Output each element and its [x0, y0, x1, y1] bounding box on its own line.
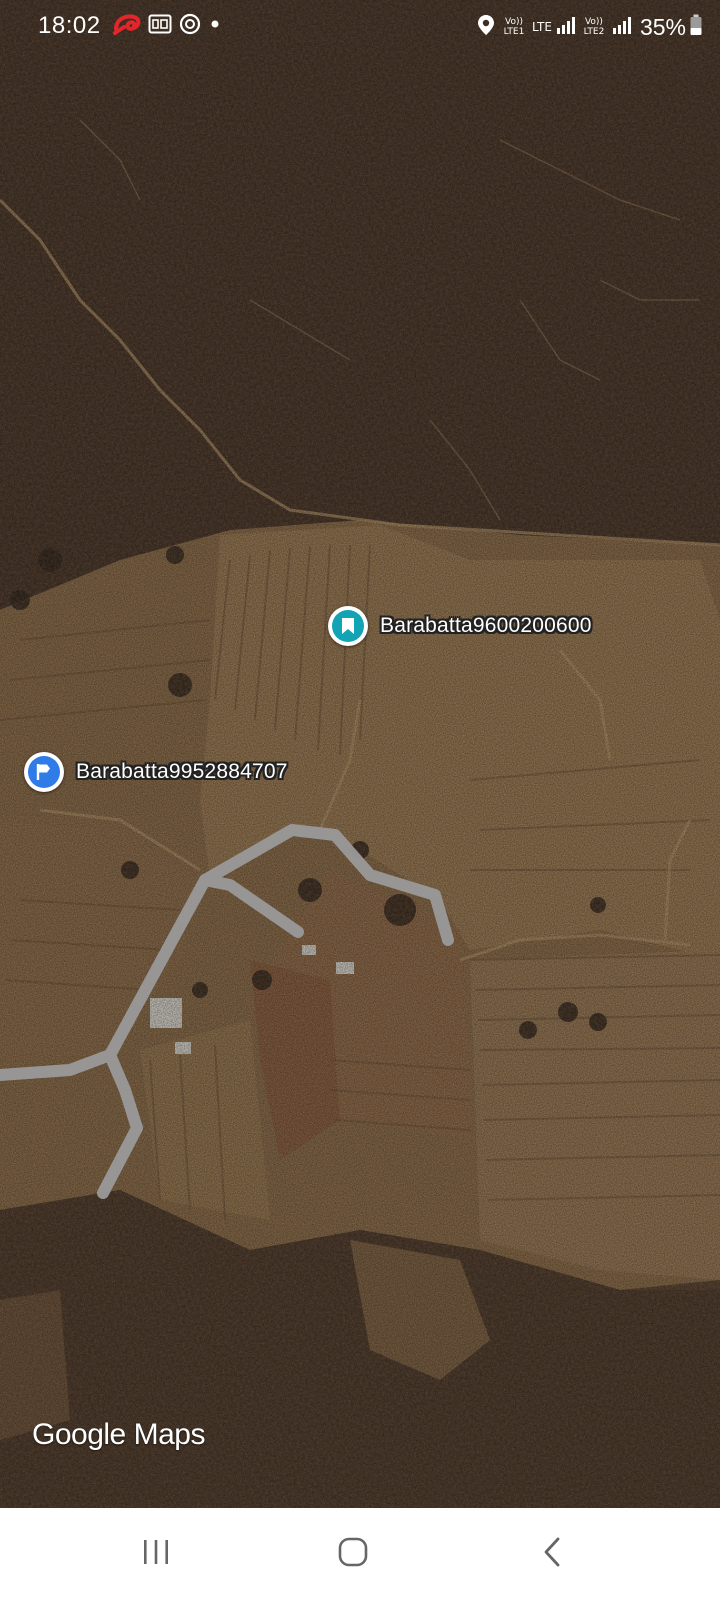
flag-pin[interactable] — [24, 752, 64, 792]
hd-icon — [148, 13, 172, 40]
back-icon — [541, 1536, 563, 1573]
home-button[interactable] — [293, 1508, 413, 1600]
satellite-map[interactable]: Barabatta9600200600 Barabatta9952884707 … — [0, 0, 720, 1508]
recent-apps-icon — [141, 1538, 171, 1571]
dot-icon — [208, 17, 222, 36]
sim2-volte-label: Vo)) LTE2 — [583, 17, 605, 37]
back-button[interactable] — [492, 1508, 612, 1600]
battery-icon — [690, 14, 702, 41]
flag-icon — [28, 756, 60, 788]
home-icon — [337, 1536, 369, 1573]
notification-icons — [112, 12, 222, 40]
place-marker[interactable]: Barabatta9952884707 — [24, 752, 288, 792]
data-saver-icon — [178, 12, 202, 41]
bookmark-pin[interactable] — [328, 606, 368, 646]
recent-apps-button[interactable] — [96, 1508, 216, 1600]
place-marker[interactable]: Barabatta9600200600 — [328, 606, 592, 646]
status-time: 18:02 — [38, 12, 101, 39]
status-bar: 18:02 Vo)) LTE1 LTE Vo)) LTE2 35% — [0, 0, 720, 54]
marker-label[interactable]: Barabatta9600200600 — [380, 614, 592, 638]
marker-label[interactable]: Barabatta9952884707 — [76, 760, 288, 784]
system-indicators: Vo)) LTE1 LTE Vo)) LTE2 35% — [476, 12, 702, 42]
sim1-volte-label: Vo)) LTE1 — [503, 17, 525, 37]
signal-sim2-icon — [612, 15, 632, 40]
battery-percentage: 35% — [639, 13, 686, 40]
lte-label: LTE — [532, 20, 552, 34]
bookmark-icon — [332, 610, 364, 642]
signal-sim1-icon — [556, 15, 576, 40]
navigation-bar — [0, 1508, 720, 1600]
google-maps-logo: Google Maps — [32, 1418, 205, 1452]
airtel-icon — [112, 11, 142, 42]
maps-wordmark: Maps — [133, 1418, 206, 1451]
google-wordmark: Google — [32, 1418, 126, 1451]
location-icon — [476, 13, 496, 42]
